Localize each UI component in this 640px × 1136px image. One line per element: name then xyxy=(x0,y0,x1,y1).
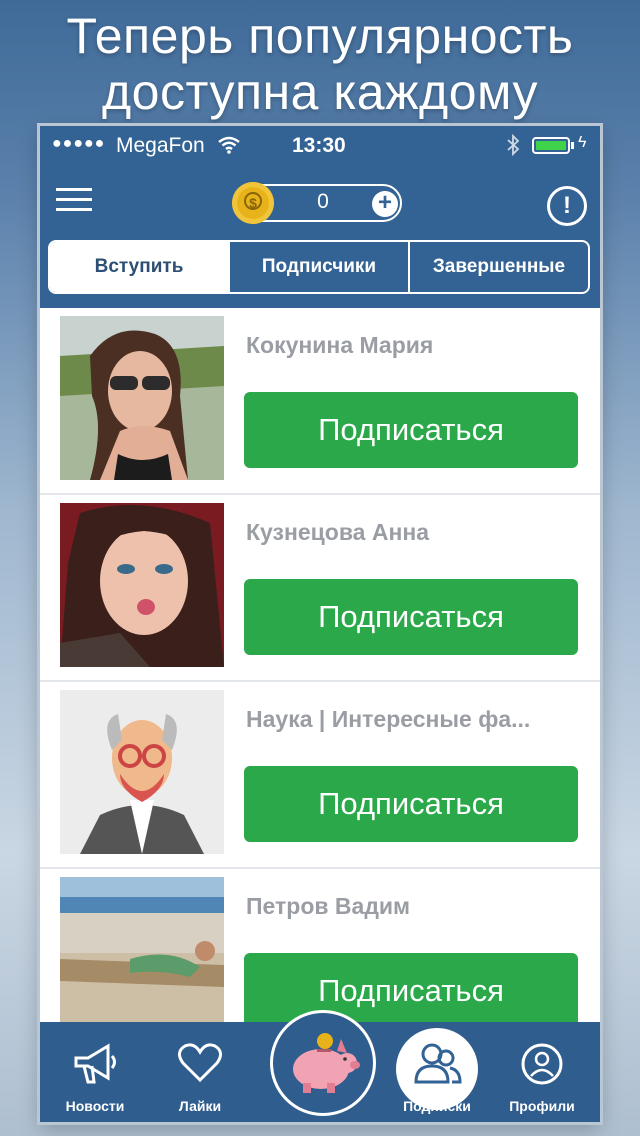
avatar xyxy=(60,503,224,667)
menu-bar-icon xyxy=(56,188,92,191)
subscribe-button[interactable]: Подписаться xyxy=(244,579,578,655)
promo-line-1: Теперь популярность xyxy=(66,8,574,64)
megaphone-icon xyxy=(70,1042,120,1089)
promo-line-2: доступна каждому xyxy=(102,64,538,120)
piggy-bank-button[interactable] xyxy=(270,1010,376,1116)
tabbar-label-profiles: Профили xyxy=(509,1098,575,1114)
status-bar: ●●●●● MegaFon 13:30 ϟ xyxy=(40,126,600,166)
profile-icon xyxy=(520,1042,564,1089)
list-item: Наука | Интересные фа... Подписаться xyxy=(40,682,600,869)
wifi-icon xyxy=(218,136,240,160)
tabbar-likes[interactable]: Лайки xyxy=(155,1022,245,1122)
profile-name: Наука | Интересные фа... xyxy=(246,706,531,732)
profile-name: Петров Вадим xyxy=(246,893,411,919)
coin-icon: $ xyxy=(232,182,274,224)
tab-followers[interactable]: Подписчики xyxy=(228,242,408,292)
avatar xyxy=(60,690,224,854)
piggy-bank-icon xyxy=(285,1031,361,1102)
profile-list: Кокунина Мария Подписаться Кузнецова Анн… xyxy=(40,308,600,1056)
menu-bar-icon xyxy=(56,198,92,201)
battery-icon xyxy=(532,137,570,154)
avatar xyxy=(60,316,224,480)
profile-name: Кокунина Мария xyxy=(246,332,434,358)
info-button[interactable]: ! xyxy=(547,186,587,226)
tabbar-label-news: Новости xyxy=(65,1098,125,1114)
users-icon xyxy=(412,1040,462,1089)
segment-tabs: Вступить Подписчики Завершенные xyxy=(48,240,590,294)
list-item: Кокунина Мария Подписаться xyxy=(40,308,600,495)
heart-icon xyxy=(177,1042,223,1087)
list-item: Кузнецова Анна Подписаться xyxy=(40,495,600,682)
battery-level-fill xyxy=(536,141,566,150)
tabbar-label-likes: Лайки xyxy=(178,1098,222,1114)
battery-tip xyxy=(571,142,574,149)
profile-name: Кузнецова Анна xyxy=(246,519,430,545)
subscribe-button[interactable]: Подписаться xyxy=(244,392,578,468)
add-coins-button[interactable]: + xyxy=(372,191,398,217)
clock: 13:30 xyxy=(292,134,346,157)
tab-join[interactable]: Вступить xyxy=(50,242,228,292)
tabbar-subscriptions[interactable]: Подписки xyxy=(392,1022,482,1122)
menu-button[interactable] xyxy=(56,188,92,220)
bottom-tab-bar: Новости Лайки Подписки Профили xyxy=(40,1010,600,1122)
carrier-name: MegaFon xyxy=(116,134,205,157)
bluetooth-icon xyxy=(506,133,520,162)
tabbar-profiles[interactable]: Профили xyxy=(496,1022,588,1122)
menu-bar-icon xyxy=(56,208,92,211)
subscribe-button[interactable]: Подписаться xyxy=(244,766,578,842)
promo-headline: Теперь популярность доступна каждому xyxy=(0,8,640,120)
coin-balance: 0 xyxy=(317,190,329,213)
tabbar-news[interactable]: Новости xyxy=(50,1022,140,1122)
app-header: ●●●●● MegaFon 13:30 ϟ $ 0 + ! Вступить П… xyxy=(40,126,600,308)
signal-strength-icon: ●●●●● xyxy=(52,135,106,152)
avatar xyxy=(60,877,224,1041)
tab-completed[interactable]: Завершенные xyxy=(408,242,588,292)
tabbar-label-subscriptions: Подписки xyxy=(403,1098,471,1114)
phone-screen: ●●●●● MegaFon 13:30 ϟ $ 0 + ! Вступить П… xyxy=(40,126,600,1122)
charging-icon: ϟ xyxy=(578,134,587,151)
